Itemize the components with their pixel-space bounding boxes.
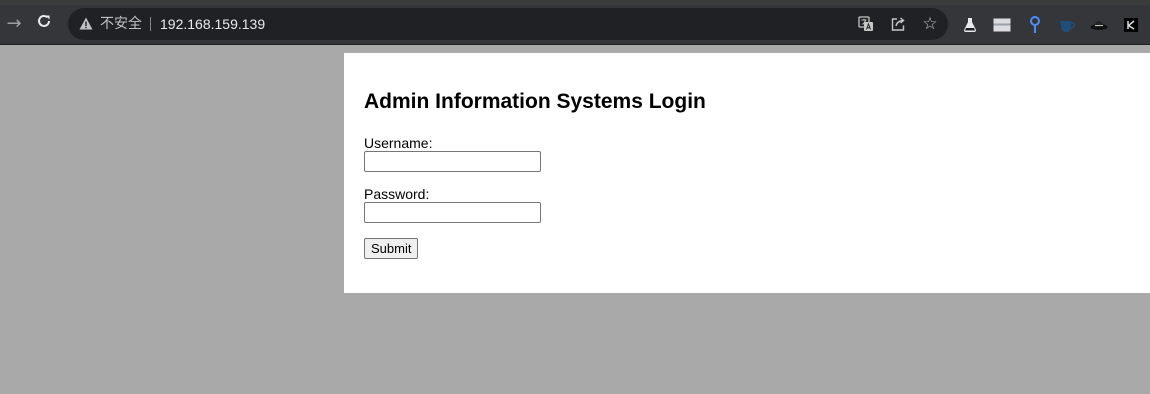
address-bar[interactable]: 不安全 192.168.159.139 ☆ [68,8,948,40]
window-icon[interactable] [992,15,1012,35]
forward-button[interactable]: → [0,9,28,37]
teacup-icon[interactable] [1057,15,1077,35]
security-label[interactable]: 不安全 [100,15,142,33]
password-input[interactable] [364,202,541,223]
password-label: Password: [364,186,430,202]
reload-icon [36,13,52,34]
submit-button[interactable]: Submit [364,238,419,259]
star-icon[interactable]: ☆ [920,14,940,34]
browser-toolbar: → 不安全 192.168.159.139 ☆ [0,5,1150,45]
ink-bottle-icon[interactable] [960,15,980,35]
url-text[interactable]: 192.168.159.139 [160,15,265,33]
login-panel: Admin Information Systems Login Username… [344,53,1150,293]
warning-triangle-icon[interactable] [78,14,94,32]
share-icon[interactable] [888,14,908,34]
k-icon[interactable] [1121,15,1141,35]
address-separator [150,17,151,31]
page-title: Admin Information Systems Login [364,90,706,113]
reload-button[interactable] [30,9,58,37]
arrow-right-icon: → [6,12,22,34]
username-label: Username: [364,135,433,151]
username-input[interactable] [364,151,541,172]
translate-icon[interactable] [856,14,876,34]
pin-icon[interactable] [1025,15,1045,35]
hat-icon[interactable] [1089,15,1109,35]
